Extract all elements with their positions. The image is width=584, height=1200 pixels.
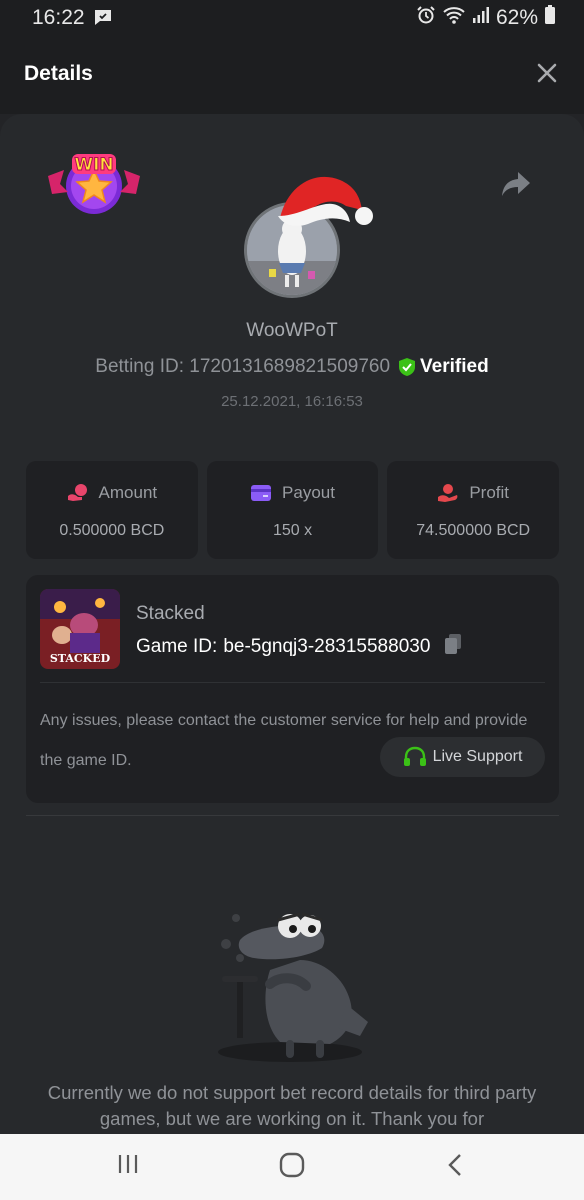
win-badge-text: WIN	[74, 155, 113, 175]
stat-label: Payout	[282, 483, 335, 502]
game-id-row: Game ID: be-5gnqj3-28315588030	[136, 633, 462, 661]
details-sheet: WIN WooWPoT Betting ID: 1720131689821509…	[0, 114, 584, 1134]
share-button[interactable]	[500, 170, 532, 203]
win-badge: WIN	[46, 150, 142, 225]
betting-id: Betting ID: 1720131689821509760	[95, 356, 391, 377]
signal-icon	[472, 6, 490, 30]
stat-value: 74.500000 BCD	[416, 522, 531, 539]
alarm-icon	[416, 5, 436, 31]
shield-check-icon	[399, 358, 416, 376]
back-icon	[448, 1154, 461, 1176]
game-id-label: Game ID:	[136, 636, 218, 657]
recent-apps-icon	[118, 1155, 138, 1173]
betting-id-row: Betting ID: 1720131689821509760 Verified	[0, 356, 584, 378]
back-button[interactable]	[446, 1152, 464, 1183]
share-icon	[502, 172, 530, 196]
santa-hat-icon	[276, 166, 376, 243]
stat-label: Profit	[469, 483, 510, 502]
page-title: Details	[24, 62, 93, 85]
home-icon	[279, 1152, 305, 1178]
bet-stats: Amount 0.500000 BCD Payout 150 x Profit …	[26, 461, 560, 559]
third-party-notice: Currently we do not support bet record d…	[47, 1082, 537, 1129]
card-icon	[251, 485, 272, 501]
recent-apps-button[interactable]	[116, 1152, 140, 1181]
stat-payout: Payout 150 x	[206, 461, 379, 559]
close-icon	[537, 63, 557, 83]
crocodile-mascot-illustration	[210, 904, 380, 1069]
divider	[40, 682, 545, 683]
details-header: Details	[0, 34, 584, 114]
copy-icon	[445, 634, 462, 654]
game-id-value: be-5gnqj3-28315588030	[223, 636, 431, 657]
chat-notification-icon	[93, 8, 113, 31]
game-thumb-text: STACKED	[50, 652, 111, 665]
live-support-label: Live Support	[432, 748, 523, 765]
stat-profit: Profit 74.500000 BCD	[387, 461, 560, 559]
game-thumbnail[interactable]: STACKED	[40, 589, 120, 669]
status-time: 16:22	[32, 6, 85, 29]
copy-button[interactable]	[444, 633, 462, 661]
verified-badge: Verified	[398, 356, 489, 378]
home-button[interactable]	[279, 1152, 305, 1183]
stat-amount: Amount 0.500000 BCD	[26, 461, 198, 559]
live-support-button[interactable]: Live Support	[380, 737, 545, 777]
section-divider	[26, 815, 559, 816]
stat-value: 150 x	[272, 522, 313, 539]
username: WooWPoT	[246, 320, 338, 341]
hand-coin-icon	[438, 484, 458, 502]
battery-icon	[544, 5, 556, 31]
headset-icon	[403, 746, 426, 766]
wifi-icon	[442, 5, 466, 31]
coins-icon	[67, 484, 87, 501]
status-bar: 16:22 62%	[0, 0, 584, 34]
battery-percent: 62%	[495, 6, 538, 29]
verified-label: Verified	[420, 356, 489, 377]
game-card: STACKED Stacked Game ID: be-5gnqj3-28315…	[26, 575, 559, 803]
bet-datetime: 25.12.2021, 16:16:53	[221, 393, 363, 410]
stat-value: 0.500000 BCD	[59, 522, 165, 539]
stat-label: Amount	[98, 483, 158, 502]
game-name: Stacked	[136, 603, 205, 624]
close-button[interactable]	[536, 62, 558, 84]
system-nav-bar	[0, 1134, 584, 1200]
